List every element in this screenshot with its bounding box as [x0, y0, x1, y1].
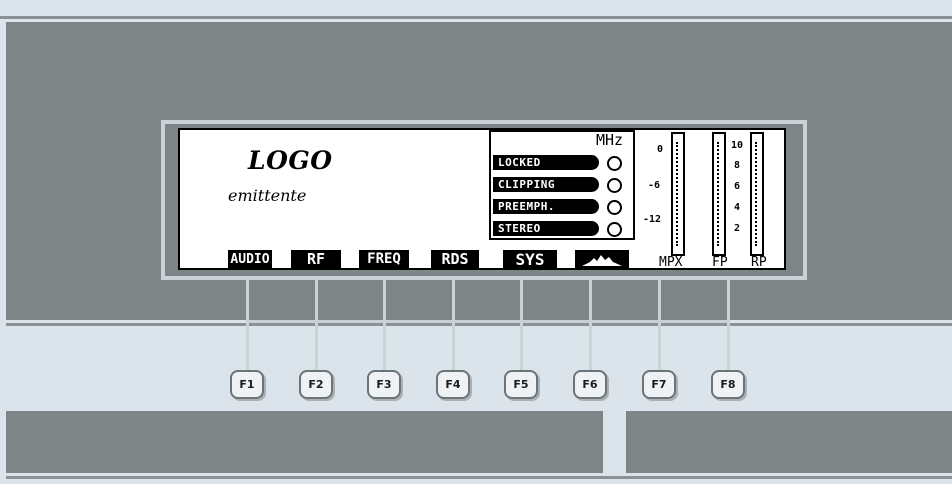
- station-logo: LOGO: [248, 146, 333, 175]
- led-indicator-icon: [607, 222, 622, 237]
- status-label: PREEMPH.: [493, 199, 599, 214]
- status-label: LOCKED: [493, 155, 599, 170]
- tab-spectrum[interactable]: [575, 250, 629, 269]
- f1-button[interactable]: F1: [230, 370, 264, 399]
- connector-f6: [589, 280, 592, 370]
- f4-button[interactable]: F4: [436, 370, 470, 399]
- frequency-unit: MHz: [596, 131, 624, 149]
- station-name: emittente: [228, 186, 307, 205]
- level-scale-6: 6: [734, 181, 741, 192]
- tab-freq[interactable]: FREQ: [359, 250, 409, 269]
- rp-label: RP: [751, 255, 767, 270]
- f3-button[interactable]: F3: [367, 370, 401, 399]
- connector-f7: [658, 280, 661, 370]
- tab-audio[interactable]: AUDIO: [228, 250, 272, 269]
- fp-label: FP: [712, 255, 728, 270]
- led-indicator-icon: [607, 178, 622, 193]
- bottom-panel-right: [626, 411, 952, 473]
- connector-f1: [246, 280, 249, 370]
- tab-rf[interactable]: RF: [291, 250, 341, 269]
- status-locked: LOCKED: [493, 155, 631, 171]
- connector-bus: [248, 320, 730, 323]
- connector-f8: [727, 280, 730, 370]
- bottom-panel-left: [6, 411, 603, 473]
- f8-button[interactable]: F8: [711, 370, 745, 399]
- f5-button[interactable]: F5: [504, 370, 538, 399]
- spectrum-icon: [582, 255, 622, 266]
- mpx-label: MPX: [659, 255, 683, 270]
- f7-button[interactable]: F7: [642, 370, 676, 399]
- bottom-divider: [6, 476, 952, 479]
- led-indicator-icon: [607, 200, 622, 215]
- status-label: CLIPPING: [493, 177, 599, 192]
- connector-f3: [383, 280, 386, 370]
- rp-meter: [750, 132, 764, 256]
- mpx-scale-6: -6: [648, 180, 661, 191]
- status-stereo: STEREO: [493, 221, 631, 237]
- mpx-meter: [671, 132, 685, 256]
- f6-button[interactable]: F6: [573, 370, 607, 399]
- connector-f5: [520, 280, 523, 370]
- tab-rds[interactable]: RDS: [431, 250, 479, 269]
- level-scale-2: 2: [734, 223, 741, 234]
- connector-f4: [452, 280, 455, 370]
- fp-meter: [712, 132, 726, 256]
- led-indicator-icon: [607, 156, 622, 171]
- status-preemphasis: PREEMPH.: [493, 199, 631, 215]
- mpx-scale-12: -12: [643, 214, 662, 225]
- level-scale-10: 10: [731, 140, 744, 151]
- mpx-scale-0: 0: [657, 144, 664, 155]
- status-clipping: CLIPPING: [493, 177, 631, 193]
- panel-divider: [6, 323, 952, 326]
- top-divider: [0, 16, 952, 19]
- f2-button[interactable]: F2: [299, 370, 333, 399]
- status-label: STEREO: [493, 221, 599, 236]
- tab-sys[interactable]: SYS: [503, 250, 557, 269]
- level-scale-4: 4: [734, 202, 741, 213]
- connector-f2: [315, 280, 318, 370]
- level-scale-8: 8: [734, 160, 741, 171]
